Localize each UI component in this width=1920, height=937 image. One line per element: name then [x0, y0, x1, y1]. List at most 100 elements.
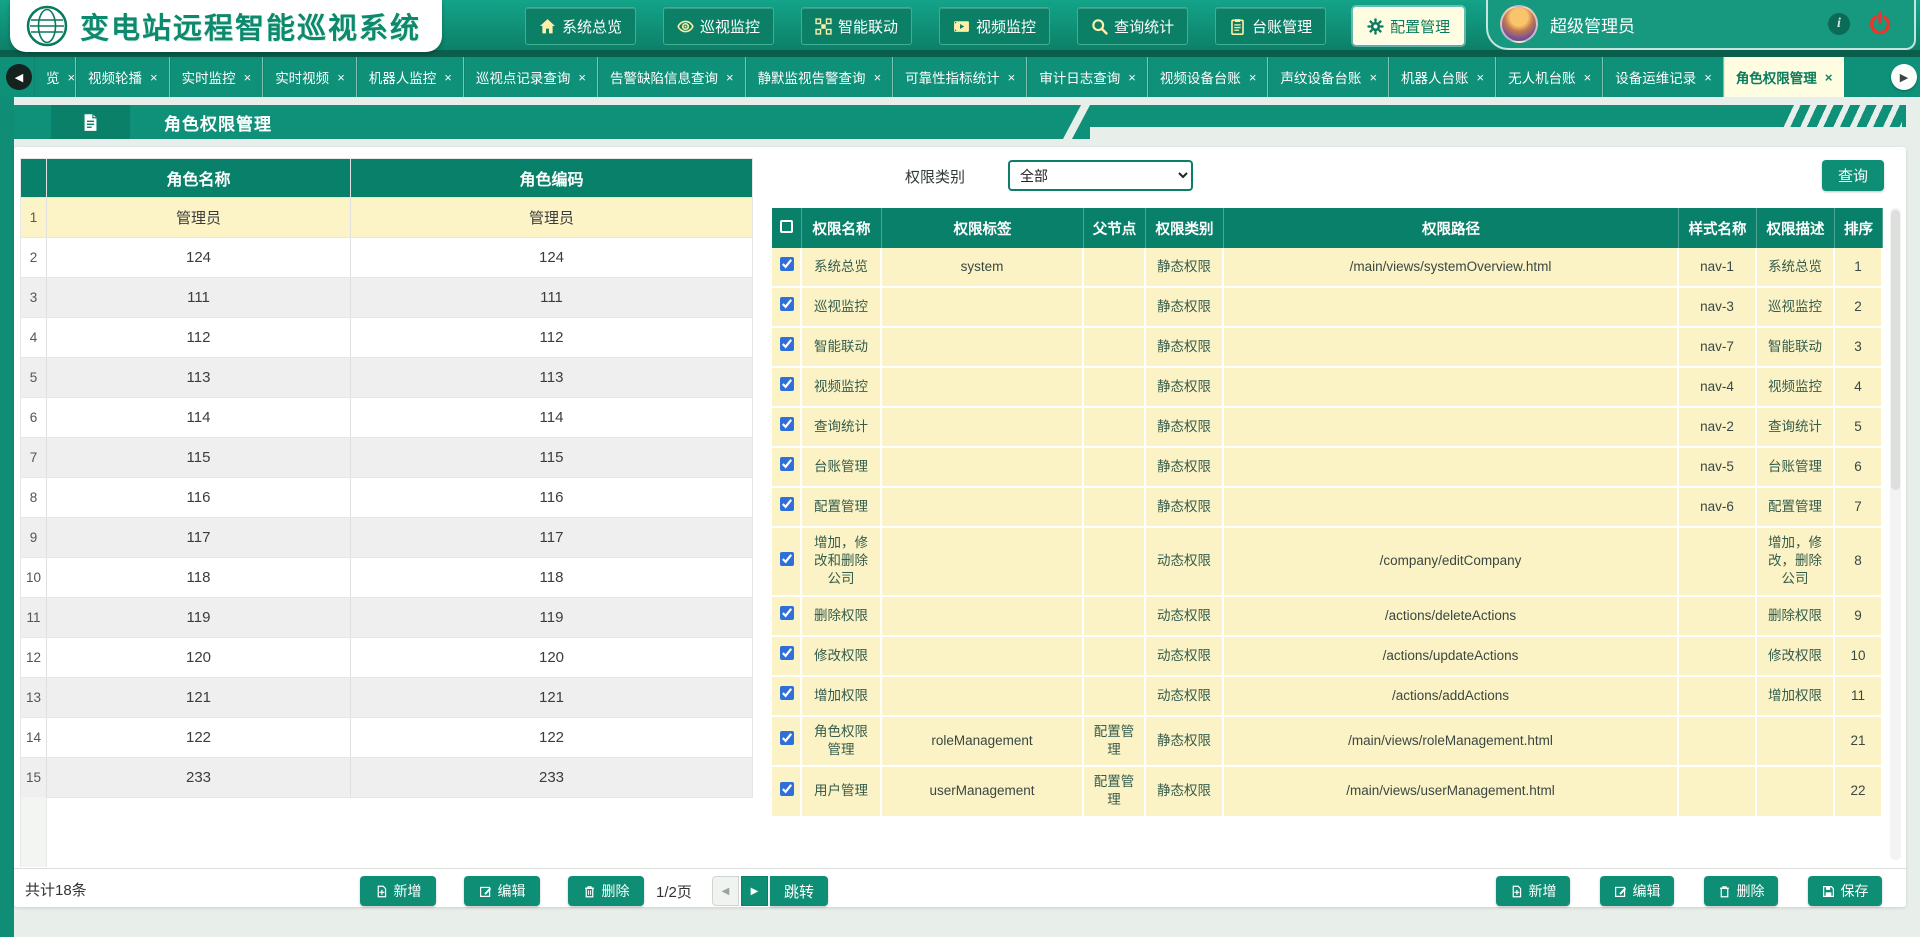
close-icon[interactable]: × — [726, 70, 734, 85]
permission-row[interactable]: 视频监控静态权限nav-4视频监控4 — [772, 368, 1883, 408]
tab[interactable]: 视频设备台账× — [1148, 57, 1269, 97]
perm-add-button[interactable]: 新增 — [1496, 876, 1570, 906]
permission-row[interactable]: 增加权限动态权限/actions/addActions增加权限11 — [772, 677, 1883, 717]
info-icon[interactable]: i — [1828, 13, 1850, 35]
tab[interactable]: 机器人台账× — [1389, 57, 1496, 97]
tab[interactable]: 览× — [34, 57, 76, 97]
perm-table-scrollbar[interactable] — [1890, 208, 1901, 860]
row-checkbox[interactable] — [780, 457, 794, 471]
nav-button[interactable]: 系统总览 — [525, 7, 636, 45]
role-row[interactable]: 9117117 — [21, 517, 752, 557]
perm-edit-button[interactable]: 编辑 — [1600, 876, 1674, 906]
permission-row[interactable]: 增加，修改和删除公司动态权限/company/editCompany增加，修改，… — [772, 528, 1883, 597]
permission-row[interactable]: 台账管理静态权限nav-5台账管理6 — [772, 448, 1883, 488]
role-row[interactable]: 14122122 — [21, 717, 752, 757]
prev-page-icon[interactable]: ◀ — [712, 876, 739, 906]
row-checkbox[interactable] — [780, 337, 794, 351]
row-checkbox[interactable] — [780, 731, 794, 745]
role-edit-button[interactable]: 编辑 — [464, 876, 540, 906]
close-icon[interactable]: × — [150, 70, 158, 85]
tab-scroll-left-icon[interactable]: ◀ — [6, 64, 32, 90]
nav-button[interactable]: 查询统计 — [1077, 7, 1188, 45]
tab[interactable]: 实时视频× — [263, 57, 357, 97]
role-row[interactable]: 1管理员管理员 — [21, 197, 752, 237]
close-icon[interactable]: × — [244, 70, 252, 85]
tab[interactable]: 视频轮播× — [76, 57, 170, 97]
role-row[interactable]: 12120120 — [21, 637, 752, 677]
role-row[interactable]: 2124124 — [21, 237, 752, 277]
close-icon[interactable]: × — [1477, 70, 1485, 85]
permission-row[interactable]: 配置管理静态权限nav-6配置管理7 — [772, 488, 1883, 528]
role-row[interactable]: 15233233 — [21, 757, 752, 797]
role-row[interactable]: 7115115 — [21, 437, 752, 477]
role-row[interactable]: 6114114 — [21, 397, 752, 437]
permission-row[interactable]: 角色权限管理roleManagement配置管理静态权限/main/views/… — [772, 717, 1883, 767]
tab[interactable]: 可靠性指标统计× — [893, 57, 1027, 97]
permission-row[interactable]: 查询统计静态权限nav-2查询统计5 — [772, 408, 1883, 448]
tab[interactable]: 静默监视告警查询× — [746, 57, 894, 97]
tab[interactable]: 设备运维记录× — [1603, 57, 1724, 97]
close-icon[interactable]: × — [1128, 70, 1136, 85]
close-icon[interactable]: × — [68, 70, 76, 85]
nav-button[interactable]: 配置管理 — [1353, 7, 1464, 45]
row-checkbox[interactable] — [780, 686, 794, 700]
tab[interactable]: 角色权限管理× — [1724, 57, 1845, 97]
nav-button[interactable]: 视频监控 — [939, 7, 1050, 45]
row-checkbox[interactable] — [780, 417, 794, 431]
permission-row[interactable]: 删除权限动态权限/actions/deleteActions删除权限9 — [772, 597, 1883, 637]
row-checkbox[interactable] — [780, 497, 794, 511]
tab[interactable]: 审计日志查询× — [1027, 57, 1148, 97]
nav-button[interactable]: 巡视监控 — [663, 7, 774, 45]
row-checkbox[interactable] — [780, 782, 794, 796]
next-page-icon[interactable]: ▶ — [741, 876, 768, 906]
tab[interactable]: 告警缺陷信息查询× — [598, 57, 746, 97]
role-delete-button[interactable]: 删除 — [568, 876, 644, 906]
perm-name-cell: 角色权限管理 — [802, 717, 882, 767]
nav-button[interactable]: 智能联动 — [801, 7, 912, 45]
role-row[interactable]: 5113113 — [21, 357, 752, 397]
role-row[interactable]: 11119119 — [21, 597, 752, 637]
perm-delete-button[interactable]: 删除 — [1704, 876, 1778, 906]
tab-scroll-right-icon[interactable]: ▶ — [1891, 64, 1917, 90]
close-icon[interactable]: × — [1249, 70, 1257, 85]
tab[interactable]: 无人机台账× — [1496, 57, 1603, 97]
avatar[interactable] — [1500, 5, 1538, 43]
permission-row[interactable]: 用户管理userManagement配置管理静态权限/main/views/us… — [772, 767, 1883, 817]
permission-row[interactable]: 系统总览system静态权限/main/views/systemOverview… — [772, 248, 1883, 288]
jump-page-button[interactable]: 跳转 — [770, 876, 828, 906]
close-icon[interactable]: × — [1008, 70, 1016, 85]
role-row[interactable]: 3111111 — [21, 277, 752, 317]
role-add-button[interactable]: 新增 — [360, 876, 436, 906]
row-checkbox[interactable] — [780, 257, 794, 271]
row-checkbox[interactable] — [780, 646, 794, 660]
nav-button[interactable]: 台账管理 — [1215, 7, 1326, 45]
perm-save-button[interactable]: 保存 — [1808, 876, 1882, 906]
role-row[interactable]: 13121121 — [21, 677, 752, 717]
close-icon[interactable]: × — [444, 70, 452, 85]
close-icon[interactable]: × — [337, 70, 345, 85]
tab[interactable]: 机器人监控× — [357, 57, 464, 97]
power-icon[interactable] — [1868, 12, 1892, 36]
close-icon[interactable]: × — [1584, 70, 1592, 85]
close-icon[interactable]: × — [1704, 70, 1712, 85]
permission-row[interactable]: 修改权限动态权限/actions/updateActions修改权限10 — [772, 637, 1883, 677]
close-icon[interactable]: × — [874, 70, 882, 85]
role-row[interactable]: 10118118 — [21, 557, 752, 597]
tab[interactable]: 实时监控× — [170, 57, 264, 97]
tab[interactable]: 声纹设备台账× — [1268, 57, 1389, 97]
row-checkbox[interactable] — [780, 377, 794, 391]
close-icon[interactable]: × — [1825, 70, 1833, 85]
row-checkbox[interactable] — [780, 297, 794, 311]
permission-row[interactable]: 智能联动静态权限nav-7智能联动3 — [772, 328, 1883, 368]
permission-row[interactable]: 巡视监控静态权限nav-3巡视监控2 — [772, 288, 1883, 328]
search-button[interactable]: 查询 — [1822, 160, 1884, 191]
close-icon[interactable]: × — [578, 70, 586, 85]
tab[interactable]: 巡视点记录查询× — [464, 57, 598, 97]
role-row[interactable]: 4112112 — [21, 317, 752, 357]
select-all-checkbox[interactable] — [772, 208, 802, 248]
perm-type-select[interactable]: 全部 — [1008, 160, 1193, 191]
row-checkbox[interactable] — [780, 552, 794, 566]
role-row[interactable]: 8116116 — [21, 477, 752, 517]
row-checkbox[interactable] — [780, 606, 794, 620]
close-icon[interactable]: × — [1369, 70, 1377, 85]
